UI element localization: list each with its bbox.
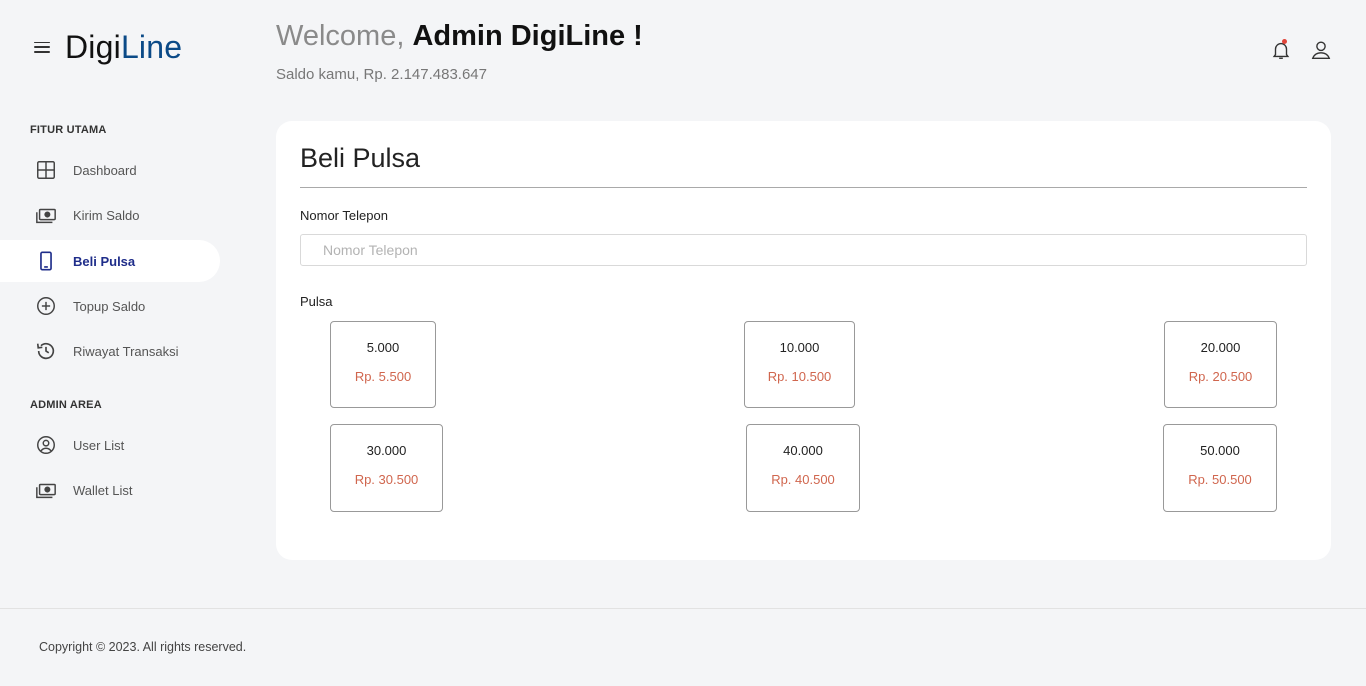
- card-title: Beli Pulsa: [300, 143, 421, 173]
- pulsa-price: Rp. 30.500: [354, 472, 419, 487]
- section-title-admin: ADMIN AREA: [30, 399, 102, 411]
- pulsa-option-50000[interactable]: 50.000 Rp. 50.500: [1163, 424, 1277, 512]
- grid-icon: [34, 158, 58, 182]
- sidebar-item-label: Dashboard: [73, 162, 137, 178]
- pulsa-option-5000[interactable]: 5.000 Rp. 5.500: [330, 321, 436, 408]
- pulsa-amount: 5.000: [366, 340, 400, 355]
- history-icon: [34, 339, 58, 363]
- pulsa-amount: 50.000: [1200, 443, 1240, 458]
- pulsa-price: Rp. 40.500: [771, 472, 835, 487]
- beli-pulsa-card: Beli Pulsa Nomor Telepon Pulsa 5.000 Rp.…: [276, 121, 1331, 560]
- money-icon: [34, 478, 58, 502]
- footer-divider: [0, 608, 1366, 609]
- phone-label: Nomor Telepon: [300, 208, 388, 223]
- section-title-main: FITUR UTAMA: [30, 124, 107, 136]
- sidebar-item-user-list[interactable]: User List: [0, 424, 220, 466]
- logo[interactable]: DigiLine: [65, 28, 182, 66]
- sidebar-item-label: User List: [73, 437, 125, 453]
- pulsa-price: Rp. 50.500: [1188, 472, 1252, 487]
- sidebar-item-label: Kirim Saldo: [73, 207, 140, 223]
- sidebar-item-label: Riwayat Transaksi: [73, 343, 179, 359]
- money-icon: [34, 203, 58, 227]
- plus-circle-icon: [34, 294, 58, 318]
- brand: DigiLine: [34, 28, 182, 66]
- sidebar-item-beli-pulsa[interactable]: Beli Pulsa: [0, 240, 220, 282]
- pulsa-price: Rp. 5.500: [354, 369, 412, 384]
- hamburger-menu-icon[interactable]: [34, 41, 50, 53]
- pulsa-price: Rp. 10.500: [767, 369, 832, 384]
- pulsa-amount: 10.000: [779, 340, 820, 355]
- pulsa-option-30000[interactable]: 30.000 Rp. 30.500: [330, 424, 443, 512]
- sidebar-item-label: Wallet List: [73, 482, 133, 498]
- phone-input[interactable]: [300, 234, 1307, 266]
- sidebar-item-dashboard[interactable]: Dashboard: [0, 149, 220, 191]
- sidebar-item-label: Topup Saldo: [73, 298, 146, 314]
- sidebar-item-kirim-saldo[interactable]: Kirim Saldo: [0, 194, 220, 236]
- pulsa-label: Pulsa: [300, 294, 333, 309]
- saldo-text: Saldo kamu, Rp. 2.147.483.647: [276, 66, 487, 83]
- bell-icon[interactable]: [1270, 38, 1292, 64]
- pulsa-amount: 20.000: [1200, 340, 1241, 355]
- pulsa-amount: 40.000: [783, 443, 823, 458]
- pulsa-option-40000[interactable]: 40.000 Rp. 40.500: [746, 424, 860, 512]
- notification-dot: [1282, 39, 1287, 44]
- sidebar-item-label: Beli Pulsa: [73, 253, 136, 269]
- pulsa-price: Rp. 20.500: [1188, 369, 1253, 384]
- sidebar-item-topup-saldo[interactable]: Topup Saldo: [0, 285, 220, 327]
- phone-icon: [34, 249, 58, 273]
- user-circle-icon: [34, 433, 58, 457]
- pulsa-option-20000[interactable]: 20.000 Rp. 20.500: [1164, 321, 1277, 408]
- copyright-text: Copyright © 2023. All rights reserved.: [39, 640, 247, 654]
- header-actions: [1270, 38, 1332, 64]
- welcome-heading: Welcome, Admin DigiLine !: [276, 20, 643, 52]
- user-icon[interactable]: [1310, 38, 1332, 64]
- pulsa-option-10000[interactable]: 10.000 Rp. 10.500: [744, 321, 855, 408]
- divider: [300, 187, 1307, 188]
- sidebar-item-riwayat-transaksi[interactable]: Riwayat Transaksi: [0, 330, 220, 372]
- pulsa-amount: 30.000: [366, 443, 407, 458]
- sidebar-item-wallet-list[interactable]: Wallet List: [0, 469, 220, 511]
